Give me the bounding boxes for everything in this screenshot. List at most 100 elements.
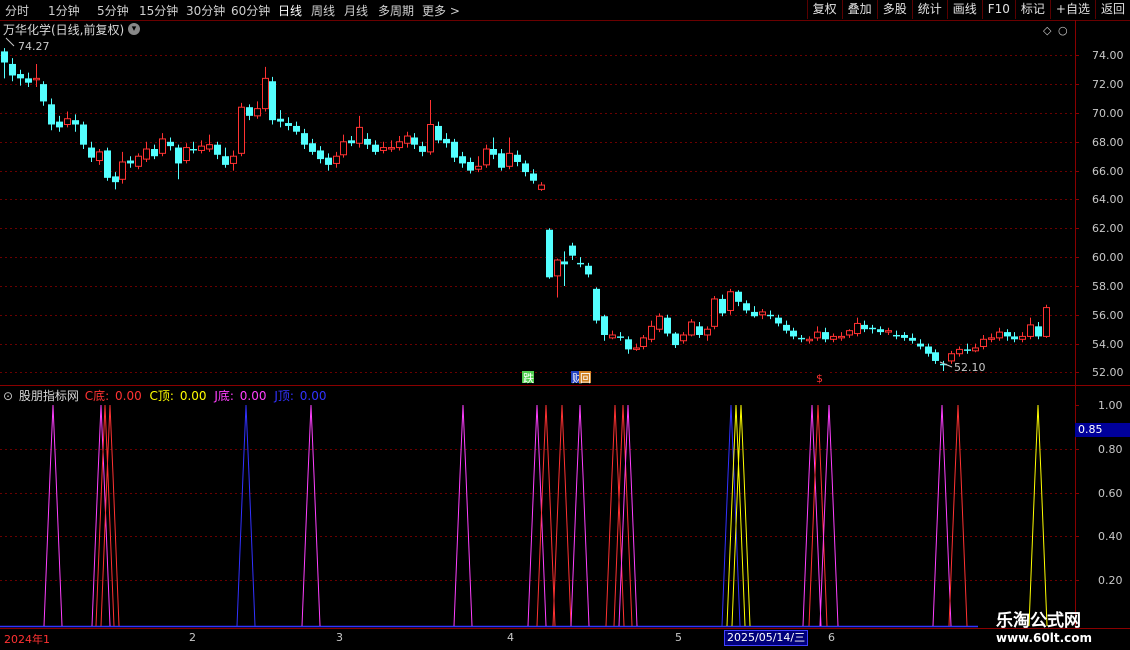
candle-body bbox=[593, 288, 600, 321]
indicator-tick-label: 0.40 bbox=[1098, 529, 1123, 543]
candle-body bbox=[996, 331, 1003, 339]
candle-body bbox=[617, 336, 624, 338]
candle-body bbox=[893, 334, 900, 337]
candle-body bbox=[459, 156, 466, 164]
low-price-label: 52.10 bbox=[954, 361, 986, 374]
price-tick-label: 74.00 bbox=[1092, 48, 1124, 62]
candle-body bbox=[309, 143, 316, 152]
candle-body bbox=[988, 337, 995, 340]
j-top-label: J顶: bbox=[274, 389, 294, 403]
candle-body bbox=[348, 140, 355, 144]
j-top-value: 0.00 bbox=[299, 389, 327, 403]
candle-body bbox=[1, 51, 8, 63]
candle-body bbox=[846, 330, 853, 336]
collapse-icon[interactable]: ⊙ bbox=[3, 389, 13, 403]
candle-body bbox=[411, 137, 418, 145]
date-label: 5 bbox=[675, 631, 682, 644]
candle-body bbox=[183, 147, 190, 162]
candle-body bbox=[719, 298, 726, 314]
candle-body bbox=[25, 78, 32, 83]
candle-body bbox=[467, 161, 474, 171]
candle-body bbox=[475, 165, 482, 170]
candle-body bbox=[688, 321, 695, 336]
candle-body bbox=[451, 141, 458, 158]
high-price-label: 74.27 bbox=[18, 40, 50, 53]
indicator-spike bbox=[301, 404, 321, 627]
candle-body bbox=[980, 338, 987, 348]
candle-body bbox=[783, 324, 790, 331]
candle-body bbox=[838, 335, 845, 339]
price-tick-label: 66.00 bbox=[1092, 164, 1124, 178]
price-tick-label: 52.00 bbox=[1092, 365, 1124, 379]
candle-body bbox=[538, 184, 545, 190]
candle-body bbox=[206, 144, 213, 150]
candle-body bbox=[419, 146, 426, 152]
candle-body bbox=[333, 155, 340, 164]
candle-body bbox=[230, 155, 237, 164]
candle-body bbox=[522, 163, 529, 173]
event-marker: 跌 bbox=[523, 371, 534, 385]
c-top-value: 0.00 bbox=[179, 389, 207, 403]
price-tick-label: 62.00 bbox=[1092, 221, 1124, 235]
diamond-icon: ◇ bbox=[1043, 24, 1052, 37]
candle-body bbox=[396, 141, 403, 149]
candle-body bbox=[609, 334, 616, 339]
indicator-spike bbox=[1028, 404, 1048, 627]
event-marker: $ bbox=[816, 372, 823, 385]
candle-body bbox=[830, 335, 837, 340]
candle-body bbox=[40, 84, 47, 102]
candle-body bbox=[964, 349, 971, 351]
candle-body bbox=[325, 157, 332, 165]
candle-body bbox=[167, 141, 174, 147]
c-bottom-value: 0.00 bbox=[115, 389, 142, 403]
indicator-spike bbox=[802, 404, 822, 627]
indicator-name[interactable]: 股朋指标网 bbox=[19, 389, 79, 403]
candle-body bbox=[96, 151, 103, 162]
price-tick-label: 70.00 bbox=[1092, 106, 1124, 120]
candle-body bbox=[9, 63, 16, 76]
candle-body bbox=[775, 317, 782, 324]
candle-body bbox=[293, 125, 300, 132]
candle-body bbox=[317, 150, 324, 160]
candle-body bbox=[696, 326, 703, 335]
candle-body bbox=[443, 138, 450, 144]
candle-body bbox=[822, 332, 829, 340]
candle-body bbox=[1027, 324, 1034, 337]
candle-body bbox=[1011, 336, 1018, 340]
price-tick-label: 54.00 bbox=[1092, 337, 1124, 351]
watermark-url: www.60lt.com bbox=[996, 631, 1093, 645]
indicator-title: ⊙ 股朋指标网 C底: 0.00 C顶: 0.00 J底: 0.00 J顶: 0… bbox=[3, 387, 330, 404]
indicator-spike bbox=[236, 404, 256, 627]
candle-body bbox=[64, 118, 71, 125]
candle-body bbox=[364, 138, 371, 145]
candle-body bbox=[806, 338, 813, 342]
candle-body bbox=[577, 262, 584, 265]
candle-body bbox=[238, 106, 245, 154]
j-bottom-value: 0.00 bbox=[239, 389, 267, 403]
candle-body bbox=[135, 155, 142, 167]
candle-body bbox=[214, 144, 221, 155]
candle-body bbox=[88, 147, 95, 158]
candle-body bbox=[483, 148, 490, 166]
circle-icon: ○ bbox=[1058, 24, 1068, 37]
candle-body bbox=[925, 346, 932, 354]
candle-body bbox=[490, 149, 497, 155]
indicator-spike bbox=[552, 404, 572, 627]
date-label: 2 bbox=[189, 631, 196, 644]
candle-body bbox=[656, 315, 663, 330]
indicator-tick-label: 0.80 bbox=[1098, 442, 1123, 456]
candle-body bbox=[285, 123, 292, 126]
price-tick-label: 72.00 bbox=[1092, 77, 1124, 91]
candle-body bbox=[175, 147, 182, 164]
candle-body bbox=[901, 334, 908, 338]
indicator-spike bbox=[948, 404, 968, 627]
candle-body bbox=[1035, 326, 1042, 337]
candle-body bbox=[554, 259, 561, 277]
kline-chart[interactable]: 74.2752.10跌 财回 $◇ ○ bbox=[0, 0, 1130, 650]
candle-body bbox=[759, 311, 766, 316]
candle-body bbox=[143, 148, 150, 160]
candle-body bbox=[514, 154, 521, 162]
candle-body bbox=[917, 343, 924, 347]
candle-body bbox=[877, 329, 884, 333]
date-label: 3 bbox=[336, 631, 343, 644]
